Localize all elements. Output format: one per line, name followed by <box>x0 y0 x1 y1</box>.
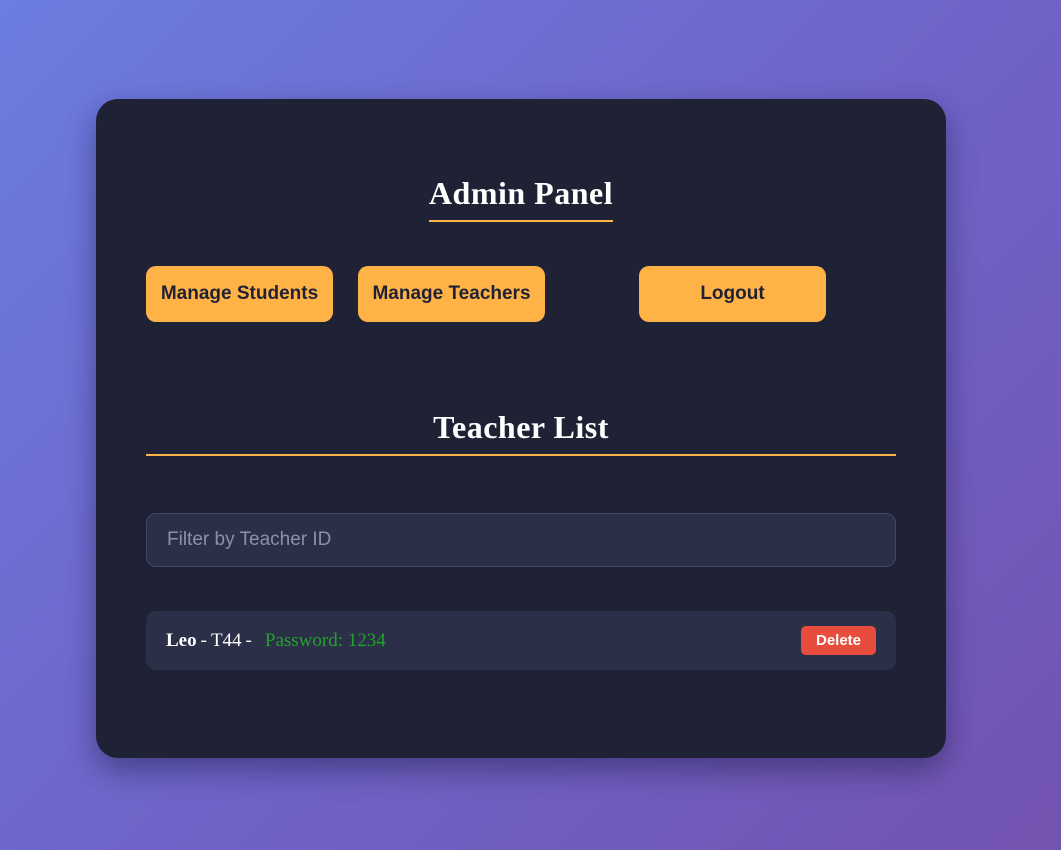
teacher-password: Password: 1234 <box>264 629 386 651</box>
row-separator: - <box>245 629 252 651</box>
page-title: Admin Panel <box>428 175 614 222</box>
title-wrap: Admin Panel <box>96 175 946 222</box>
teacher-id-filter-input[interactable] <box>146 513 896 567</box>
logout-button[interactable]: Logout <box>639 266 826 322</box>
manage-students-button[interactable]: Manage Students <box>146 266 333 322</box>
teacher-id: T44 <box>210 629 242 651</box>
admin-panel-card: Admin Panel Manage Students Manage Teach… <box>96 99 946 758</box>
teacher-row: Leo - T44 - Password: 1234 Delete <box>146 611 896 670</box>
teacher-name: Leo <box>166 629 197 651</box>
manage-teachers-button[interactable]: Manage Teachers <box>358 266 545 322</box>
row-separator: - <box>200 629 207 651</box>
delete-teacher-button[interactable]: Delete <box>801 626 876 655</box>
teacher-list-heading: Teacher List <box>146 409 896 456</box>
